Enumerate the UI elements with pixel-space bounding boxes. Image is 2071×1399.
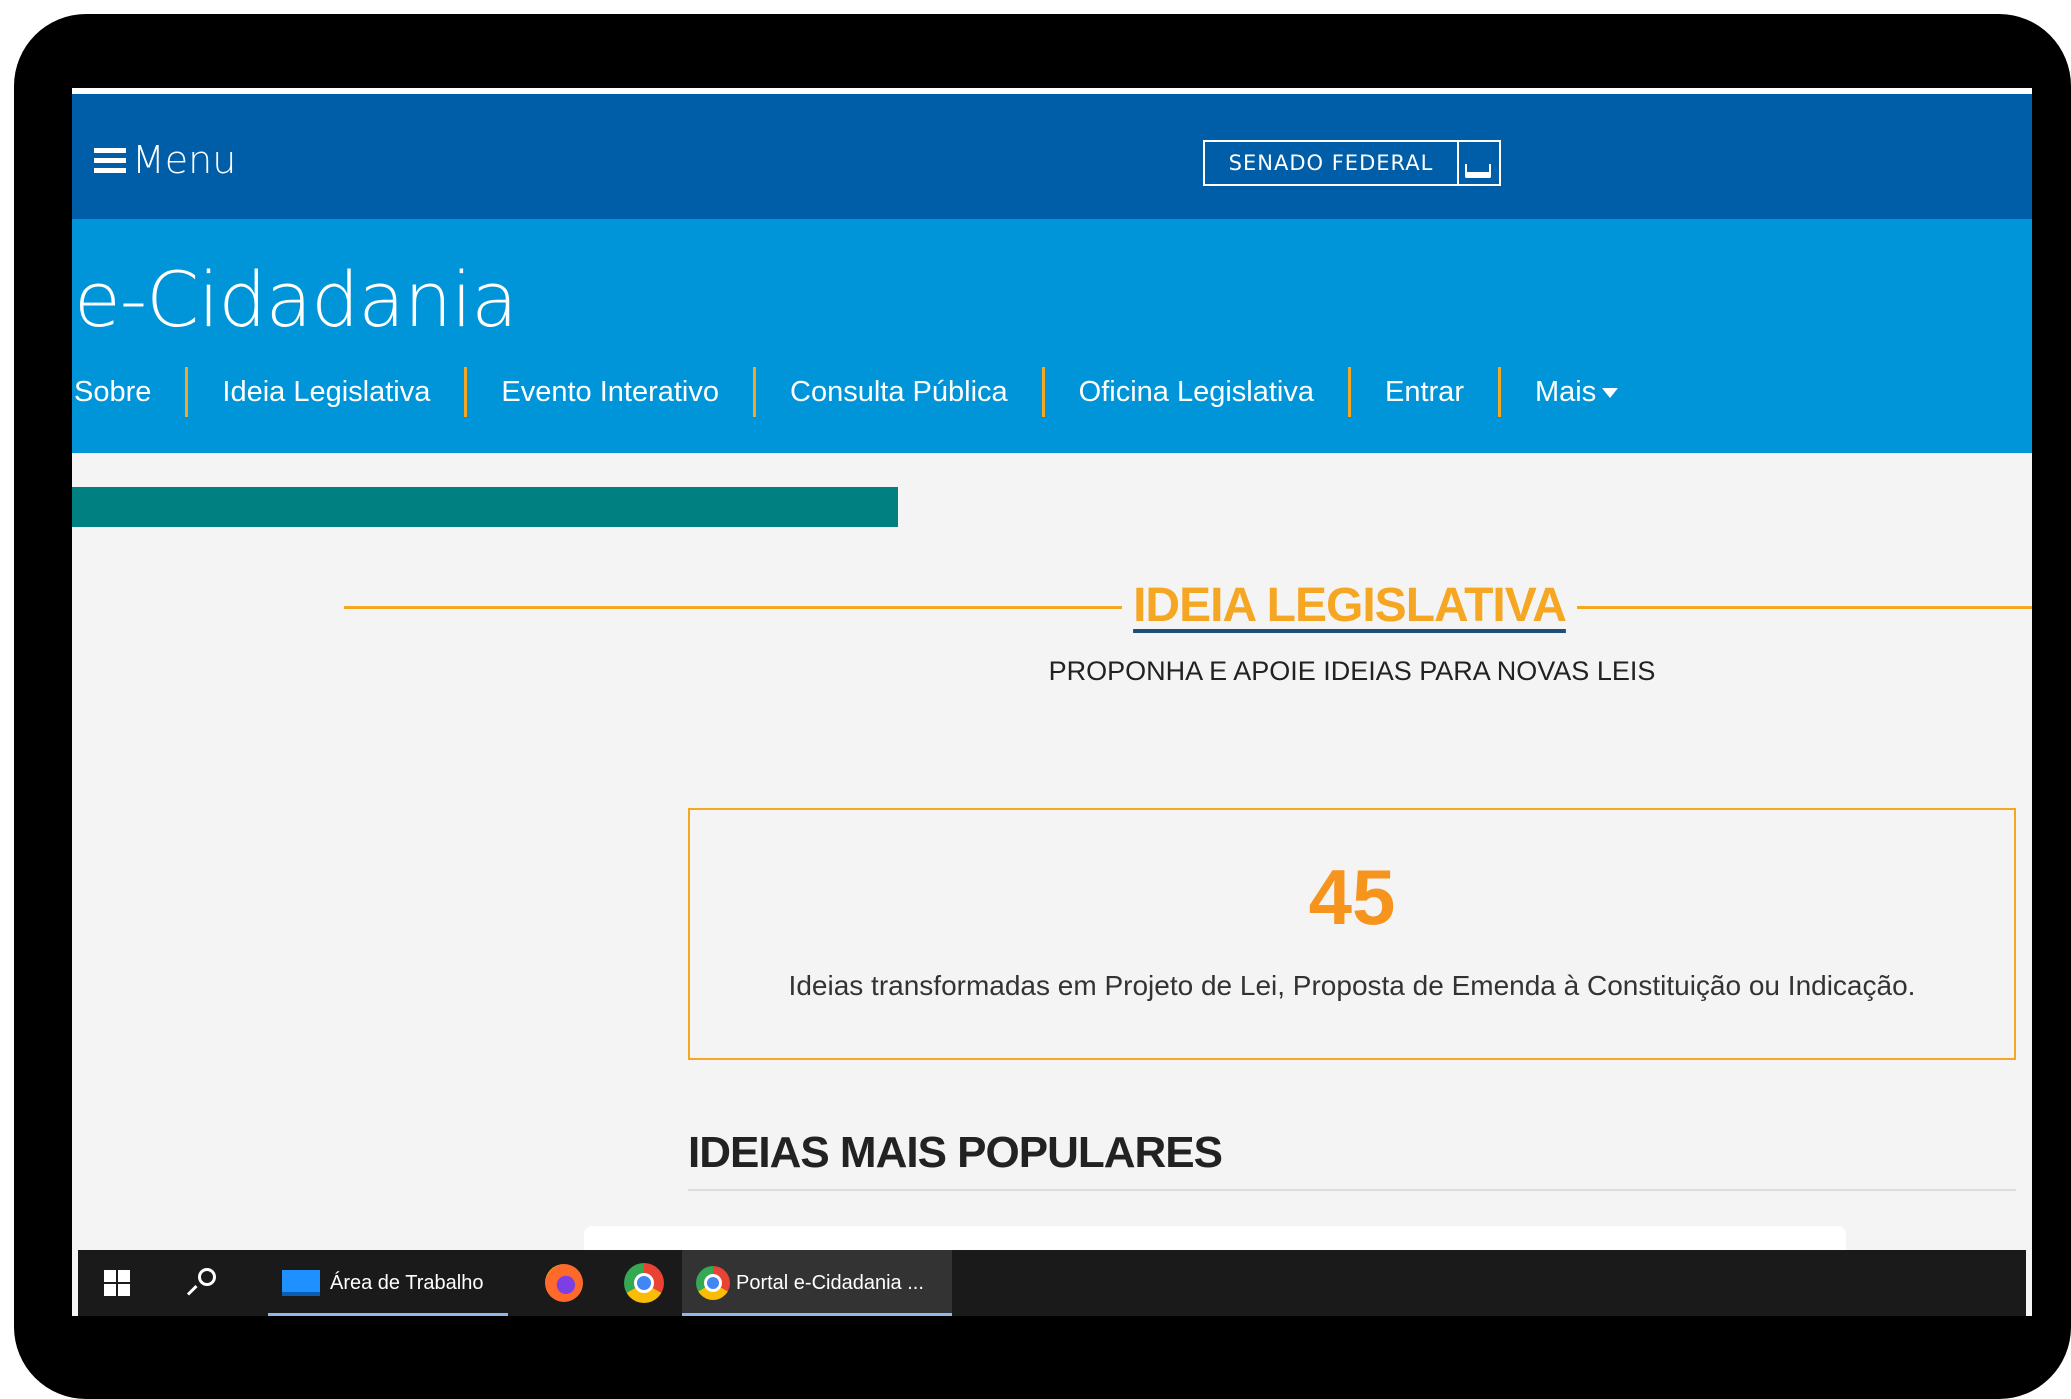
menu-label: Menu (132, 138, 237, 182)
page-title[interactable]: IDEIA LEGISLATIVA (1122, 578, 1577, 633)
senado-label: SENADO FEDERAL (1228, 151, 1434, 175)
chrome-icon (696, 1266, 730, 1300)
desktop-icon (282, 1270, 320, 1296)
site-header: e-Cidadania Sobre Ideia Legislativa Even… (72, 219, 2032, 453)
taskbar-chrome-window-label: Portal e-Cidadania ... (736, 1271, 924, 1294)
menu-button[interactable]: Menu (94, 138, 236, 182)
nav-item-entrar[interactable]: Entrar (1351, 376, 1498, 409)
taskbar-active-indicator (268, 1313, 508, 1316)
title-divider-left (344, 606, 1122, 609)
taskbar-chrome[interactable] (614, 1250, 674, 1316)
browser-viewport: Menu SENADO FEDERAL e-Cidadania Sobre Id… (72, 88, 2032, 1316)
hamburger-icon (94, 146, 126, 174)
popular-heading: IDEIAS MAIS POPULARES (688, 1128, 1223, 1177)
nav-item-sobre[interactable]: Sobre (74, 376, 185, 409)
nav-item-mais-label: Mais (1534, 375, 1597, 408)
taskbar-active-indicator (682, 1313, 952, 1316)
page-subtitle: PROPONHA E APOIE IDEIAS PARA NOVAS LEIS (1048, 656, 1656, 686)
taskbar-desktop[interactable]: Área de Trabalho (268, 1250, 508, 1316)
senado-logo-icon (1457, 142, 1499, 184)
windows-start-icon[interactable] (104, 1270, 130, 1296)
search-icon[interactable] (186, 1268, 216, 1298)
nav-item-oficina-legislativa[interactable]: Oficina Legislativa (1045, 376, 1348, 409)
stats-number: 45 (1308, 853, 1396, 941)
nav-item-mais[interactable]: Mais (1501, 376, 1652, 409)
nav-item-consulta-publica[interactable]: Consulta Pública (756, 376, 1042, 409)
caret-down-icon (1602, 387, 1619, 398)
stats-description: Ideias transformadas em Projeto de Lei, … (788, 970, 1916, 1001)
taskbar-chrome-window[interactable]: Portal e-Cidadania ... (682, 1250, 952, 1316)
senado-federal-link[interactable]: SENADO FEDERAL (1203, 140, 1501, 186)
nav-item-ideia-legislativa[interactable]: Ideia Legislativa (188, 376, 464, 409)
teal-banner (72, 487, 898, 527)
taskbar-desktop-label: Área de Trabalho (330, 1271, 484, 1294)
taskbar-firefox[interactable] (534, 1250, 594, 1316)
site-brand[interactable]: e-Cidadania (74, 255, 518, 344)
taskbar: Área de Trabalho Portal e-Cidadania ... (78, 1250, 2026, 1316)
main-nav: Sobre Ideia Legislativa Evento Interativ… (74, 367, 1652, 417)
stats-box: 45 Ideias transformadas em Projeto de Le… (688, 808, 2016, 1060)
popular-divider (688, 1189, 2016, 1191)
title-divider-right (1577, 606, 2032, 609)
top-bar: Menu SENADO FEDERAL (72, 88, 2032, 219)
nav-item-evento-interativo[interactable]: Evento Interativo (467, 376, 753, 409)
chrome-icon (624, 1263, 664, 1303)
firefox-icon (545, 1264, 583, 1302)
